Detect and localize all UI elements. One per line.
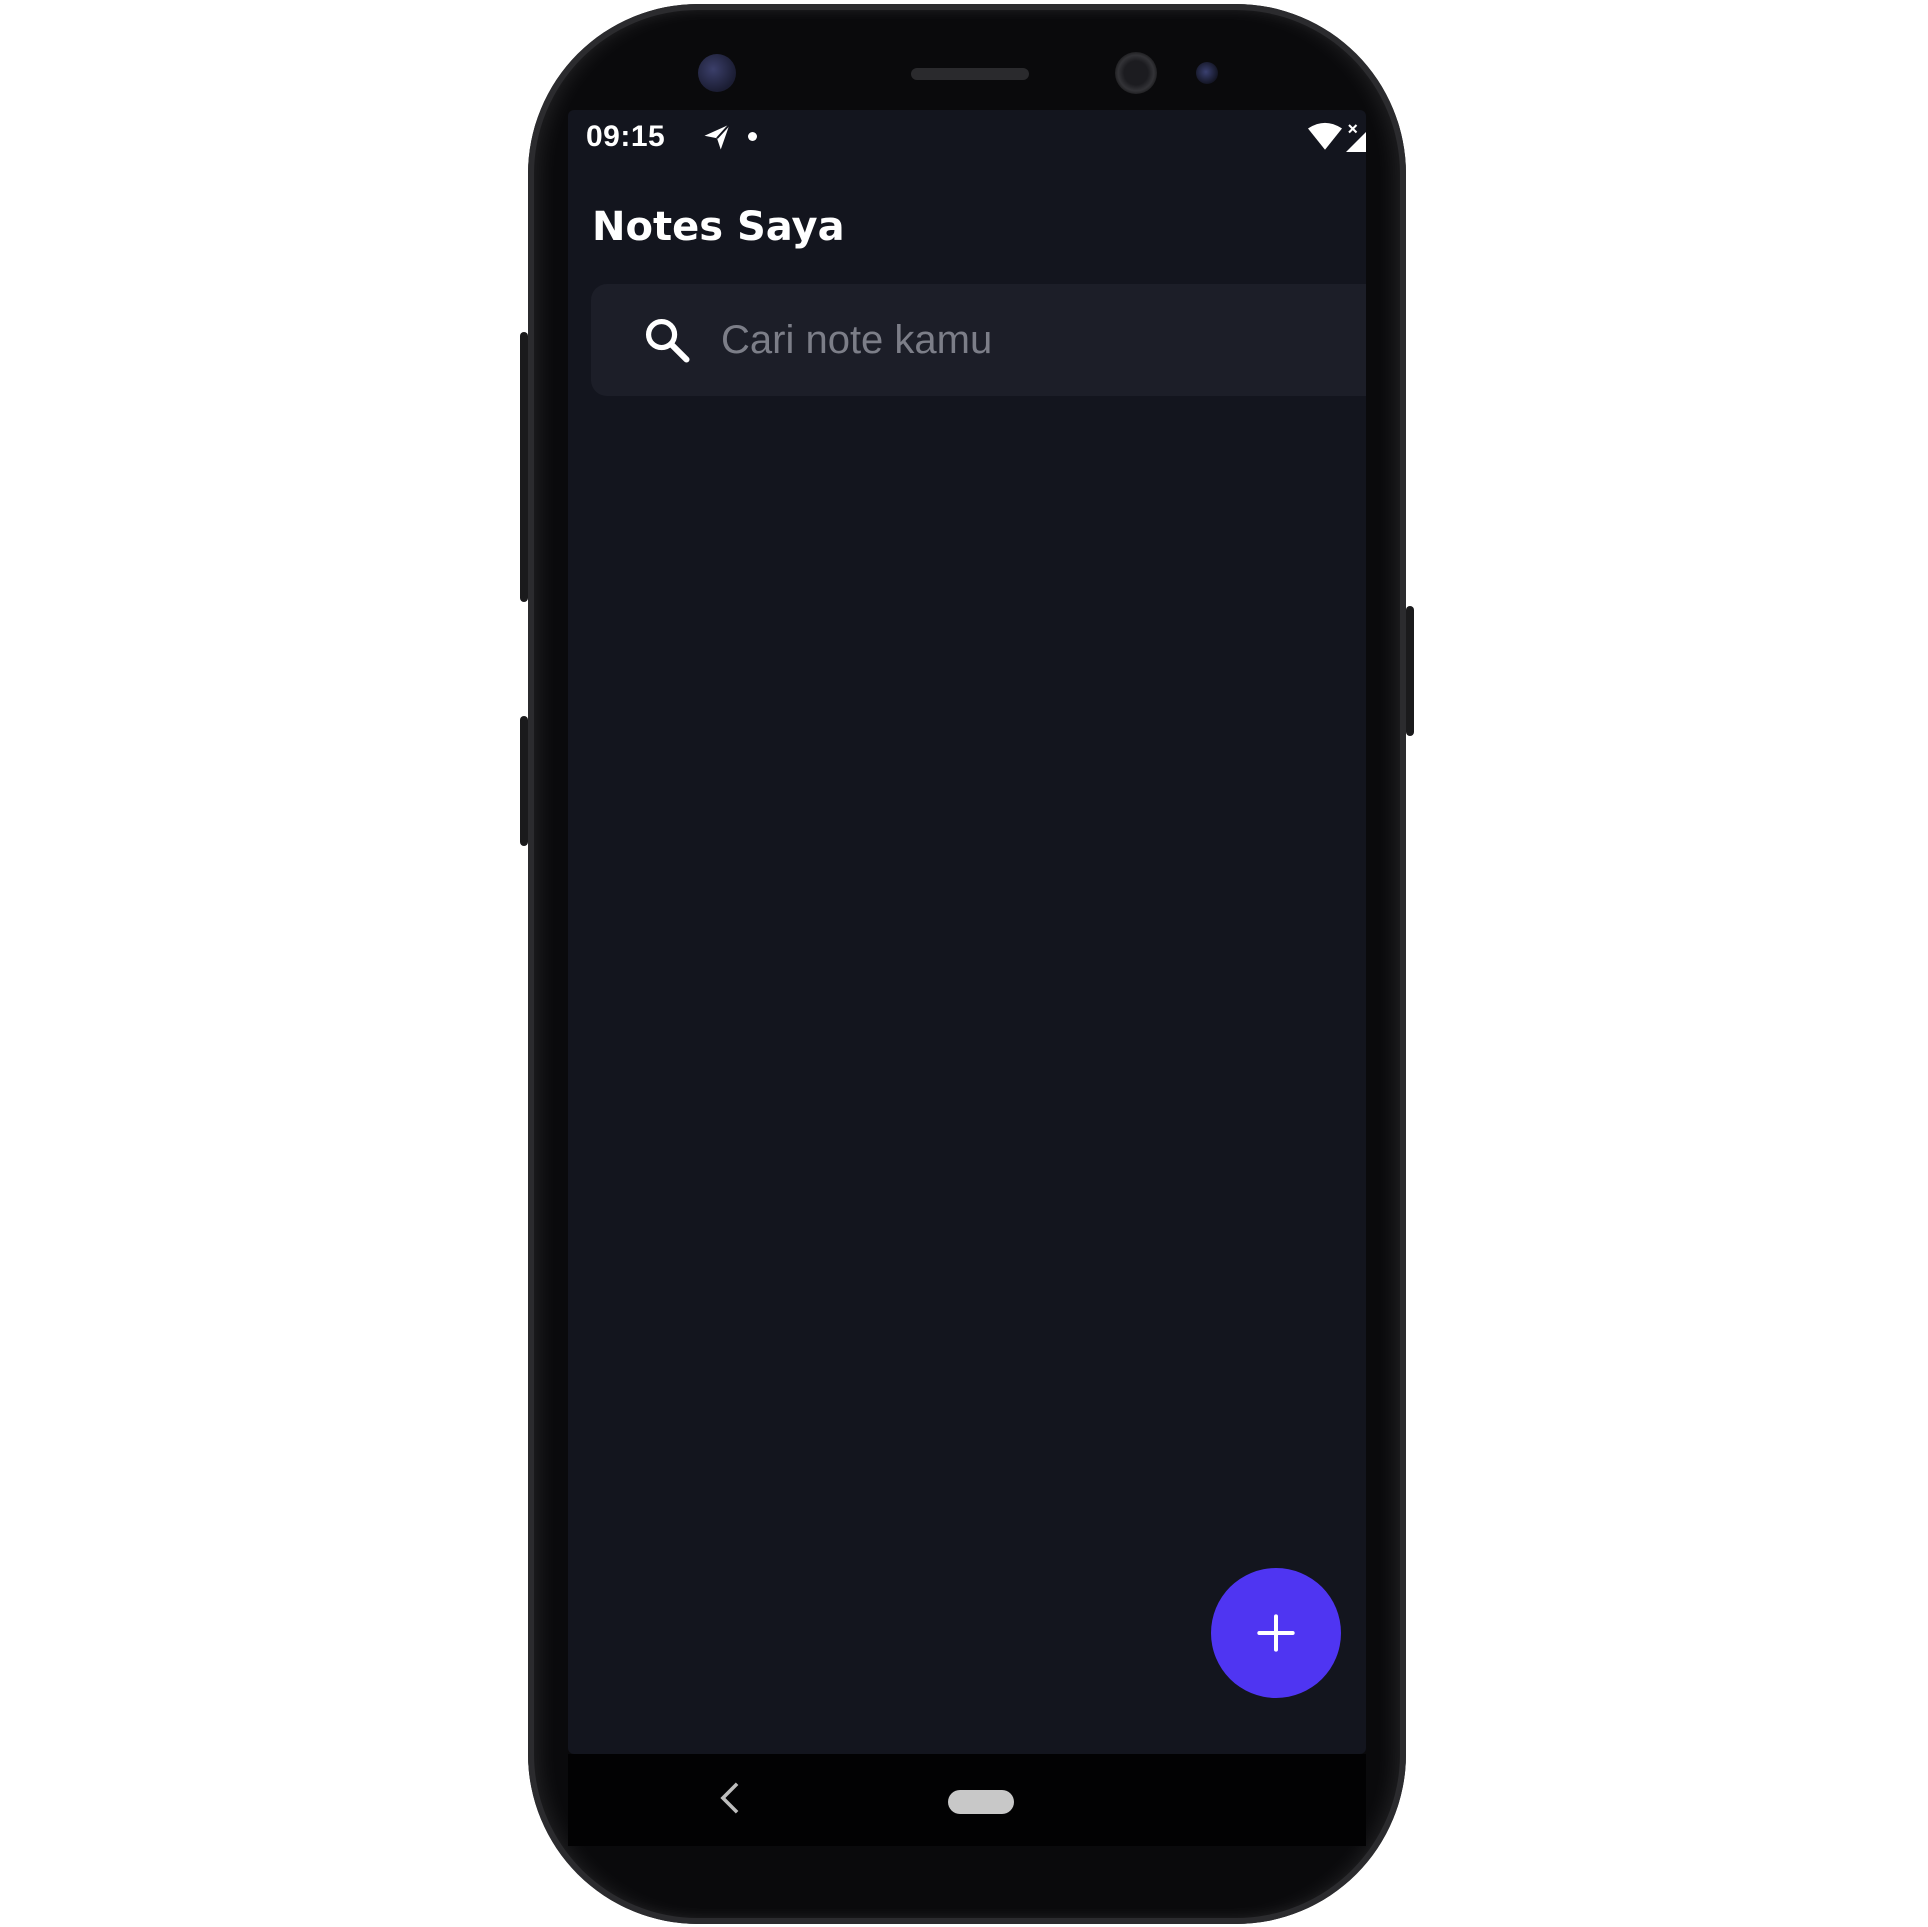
power-button <box>1406 606 1414 736</box>
add-note-button[interactable] <box>1211 1568 1341 1698</box>
search-input[interactable] <box>719 306 1343 374</box>
search-bar[interactable] <box>591 284 1366 396</box>
plus-icon <box>1257 1614 1295 1652</box>
volume-button <box>520 332 528 602</box>
bixby-button <box>520 716 528 846</box>
search-icon <box>645 318 690 363</box>
send-icon <box>704 123 731 150</box>
phone-frame: 09:15 Notes Saya <box>520 4 1414 1924</box>
top-bezel <box>528 4 1406 119</box>
status-bar: 09:15 <box>568 110 1366 170</box>
back-icon[interactable] <box>718 1782 742 1814</box>
iris-sensor-icon <box>1196 62 1218 84</box>
app-screen: 09:15 Notes Saya <box>568 110 1366 1754</box>
sensor-icon <box>698 54 736 92</box>
earpiece-speaker <box>911 68 1029 80</box>
system-nav-bar <box>568 1754 1366 1846</box>
wifi-icon <box>1308 122 1342 150</box>
home-button[interactable] <box>948 1790 1014 1814</box>
page-title: Notes Saya <box>592 204 845 250</box>
status-time: 09:15 <box>586 120 666 153</box>
signal-icon <box>1346 124 1366 152</box>
notification-dot <box>748 132 757 141</box>
front-camera-icon <box>1115 52 1157 94</box>
